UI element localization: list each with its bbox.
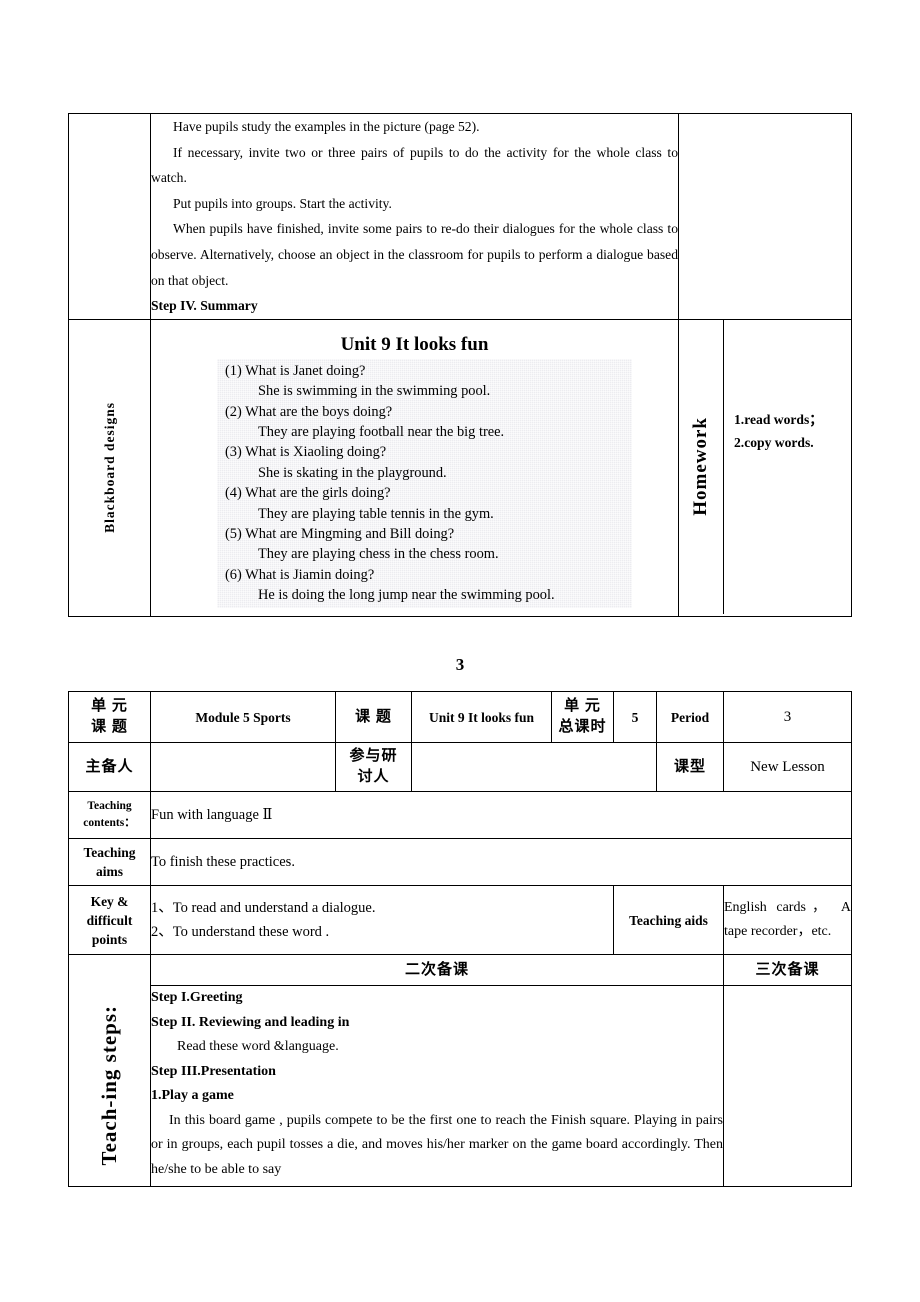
value-module: Module 5 Sports <box>150 691 336 743</box>
label-teaching-aims: Teaching aims <box>68 838 151 886</box>
blackboard-qa-box: (1) What is Janet doing? She is swimming… <box>217 359 632 608</box>
label-participants: 参与研 讨人 <box>335 742 412 792</box>
value-lesson-topic: Unit 9 It looks fun <box>411 691 552 743</box>
table-row-prep-headers: 二次备课 三次备课 <box>68 954 852 986</box>
table-row: Blackboard designs Unit 9 It looks fun (… <box>68 318 852 617</box>
blackboard-question: (3) What is Xiaoling doing? <box>225 444 387 461</box>
homework-label: Homework <box>690 417 711 517</box>
third-prep-content[interactable] <box>723 985 852 1187</box>
document-page: Have pupils study the examples in the pi… <box>0 0 920 1302</box>
blackboard-title: Unit 9 It looks fun <box>340 333 489 355</box>
value-teaching-aids: English cards， A tape recorder，etc. <box>723 885 852 955</box>
table-row-key-points: Key & difficult points 1、To read and und… <box>68 885 852 955</box>
label-period: Period <box>656 691 724 743</box>
label-third-prep: 三次备课 <box>723 954 852 986</box>
label-main-author: 主备人 <box>68 742 151 792</box>
label-teaching-aids: Teaching aids <box>613 885 724 955</box>
label-teaching-contents: Teaching contents： <box>68 791 151 839</box>
value-participants[interactable] <box>411 742 657 792</box>
table-row-unit: 单 元 课 题 Module 5 Sports 课 题 Unit 9 It lo… <box>68 691 852 743</box>
blackboard-question: (6) What is Jiamin doing? <box>225 566 375 583</box>
label-second-prep: 二次备课 <box>150 954 724 986</box>
blackboard-content-cell: Unit 9 It looks fun (1) What is Janet do… <box>150 318 679 617</box>
procedure-paragraph-1: Have pupils study the examples in the pi… <box>173 119 480 134</box>
label-lesson-topic: 课 题 <box>335 691 412 743</box>
blackboard-designs-label: Blackboard designs <box>101 402 117 534</box>
teaching-steps-content: Step I.Greeting Step II. Reviewing and l… <box>150 985 724 1187</box>
procedure-paragraph-2: If necessary, invite two or three pairs … <box>151 144 678 186</box>
homework-cell: Homework 1.read words； 2.copy words. <box>678 318 852 617</box>
procedure-step-heading: Step IV. Summary <box>151 298 258 314</box>
blackboard-label-wrap: Blackboard designs <box>69 320 150 616</box>
value-teaching-aims: To finish these practices. <box>150 838 852 886</box>
step-subtext: Read these word &language. <box>177 1039 339 1054</box>
t1-procedure-cell: Have pupils study the examples in the pi… <box>150 113 679 320</box>
value-key-difficult-points: 1、To read and understand a dialogue. 2、T… <box>150 885 614 955</box>
step-heading: Step I.Greeting <box>151 990 243 1005</box>
label-key-difficult-points: Key & difficult points <box>68 885 151 955</box>
value-total-periods: 5 <box>613 691 657 743</box>
step-heading: Step III.Presentation <box>151 1063 276 1079</box>
prep-header-spacer <box>68 954 151 986</box>
procedure-paragraph-3: Put pupils into groups. Start the activi… <box>173 195 392 211</box>
key-point-item: 1、To read and understand a dialogue. <box>151 900 376 916</box>
step-paragraph: In this board game , pupils compete to b… <box>151 1112 723 1177</box>
teaching-steps-label-wrap: Teach-ing steps: <box>69 986 150 1186</box>
blackboard-question: (4) What are the girls doing? <box>225 485 391 502</box>
blackboard-answer: She is swimming in the swimming pool. <box>258 383 491 400</box>
blackboard-answer: He is doing the long jump near the swimm… <box>258 587 555 604</box>
t1-stage-label-cell <box>68 113 151 320</box>
step-heading: 1.Play a game <box>151 1088 234 1103</box>
table-row-author: 主备人 参与研 讨人 课型 New Lesson <box>68 742 852 792</box>
page-number: 3 <box>455 655 465 674</box>
blackboard-question: (2) What are the boys doing? <box>225 403 393 420</box>
table-row-aims: Teaching aims To finish these practices. <box>68 838 852 886</box>
value-teaching-contents: Fun with language Ⅱ <box>150 791 852 839</box>
blackboard-answer: They are playing football near the big t… <box>258 423 505 440</box>
blackboard-answer: She is skating in the playground. <box>258 464 447 481</box>
value-lesson-type: New Lesson <box>723 742 852 792</box>
label-total-periods: 单 元 总课时 <box>551 691 614 743</box>
value-main-author[interactable] <box>150 742 336 792</box>
procedure-paragraph-4: When pupils have finished, invite some p… <box>151 221 678 288</box>
table-row-contents: Teaching contents： Fun with language Ⅱ <box>68 791 852 839</box>
teaching-steps-label-cell: Teach-ing steps: <box>68 985 151 1187</box>
table-row-steps: Teach-ing steps: Step I.Greeting Step II… <box>68 985 852 1187</box>
table-row: Have pupils study the examples in the pi… <box>68 113 852 320</box>
homework-item: 1.read words； <box>734 411 823 427</box>
homework-label-cell: Homework <box>679 319 724 614</box>
blackboard-answer: They are playing chess in the chess room… <box>258 546 499 563</box>
label-unit-topic: 单 元 课 题 <box>68 691 151 743</box>
homework-item: 2.copy words. <box>734 434 814 450</box>
blackboard-label-cell: Blackboard designs <box>68 318 151 617</box>
homework-items: 1.read words； 2.copy words. <box>724 320 823 614</box>
key-point-item: 2、To understand these word . <box>151 924 330 940</box>
value-period: 3 <box>723 691 852 743</box>
blackboard-question: (1) What is Janet doing? <box>225 362 366 379</box>
label-lesson-type: 课型 <box>656 742 724 792</box>
continuation-table: Have pupils study the examples in the pi… <box>68 113 852 617</box>
blackboard-question: (5) What are Mingming and Bill doing? <box>225 526 455 542</box>
lesson-plan-table: 单 元 课 题 Module 5 Sports 课 题 Unit 9 It lo… <box>68 691 852 1187</box>
t1-notes-cell <box>678 113 852 320</box>
teaching-steps-label: Teach-ing steps: <box>97 1005 121 1166</box>
blackboard-answer: They are playing table tennis in the gym… <box>258 505 494 522</box>
step-heading: Step II. Reviewing and leading in <box>151 1014 350 1030</box>
